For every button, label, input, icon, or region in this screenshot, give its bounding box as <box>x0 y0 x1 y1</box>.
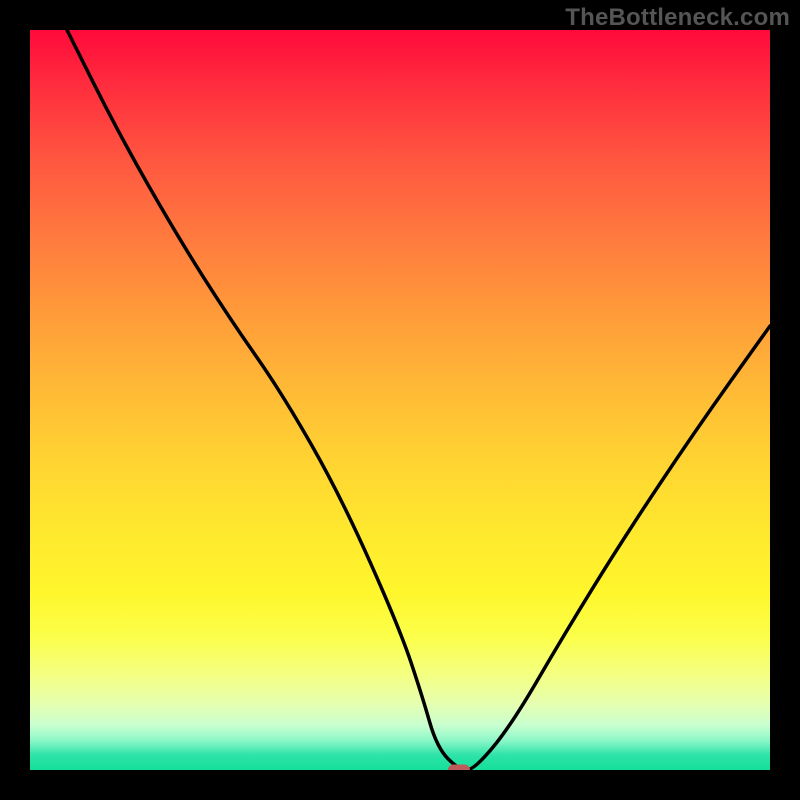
bottleneck-curve <box>30 30 770 770</box>
watermark-text: TheBottleneck.com <box>565 4 790 32</box>
minimum-marker <box>448 765 470 771</box>
plot-area <box>30 30 770 770</box>
curve-path <box>67 30 770 770</box>
chart-frame: TheBottleneck.com <box>0 0 800 800</box>
